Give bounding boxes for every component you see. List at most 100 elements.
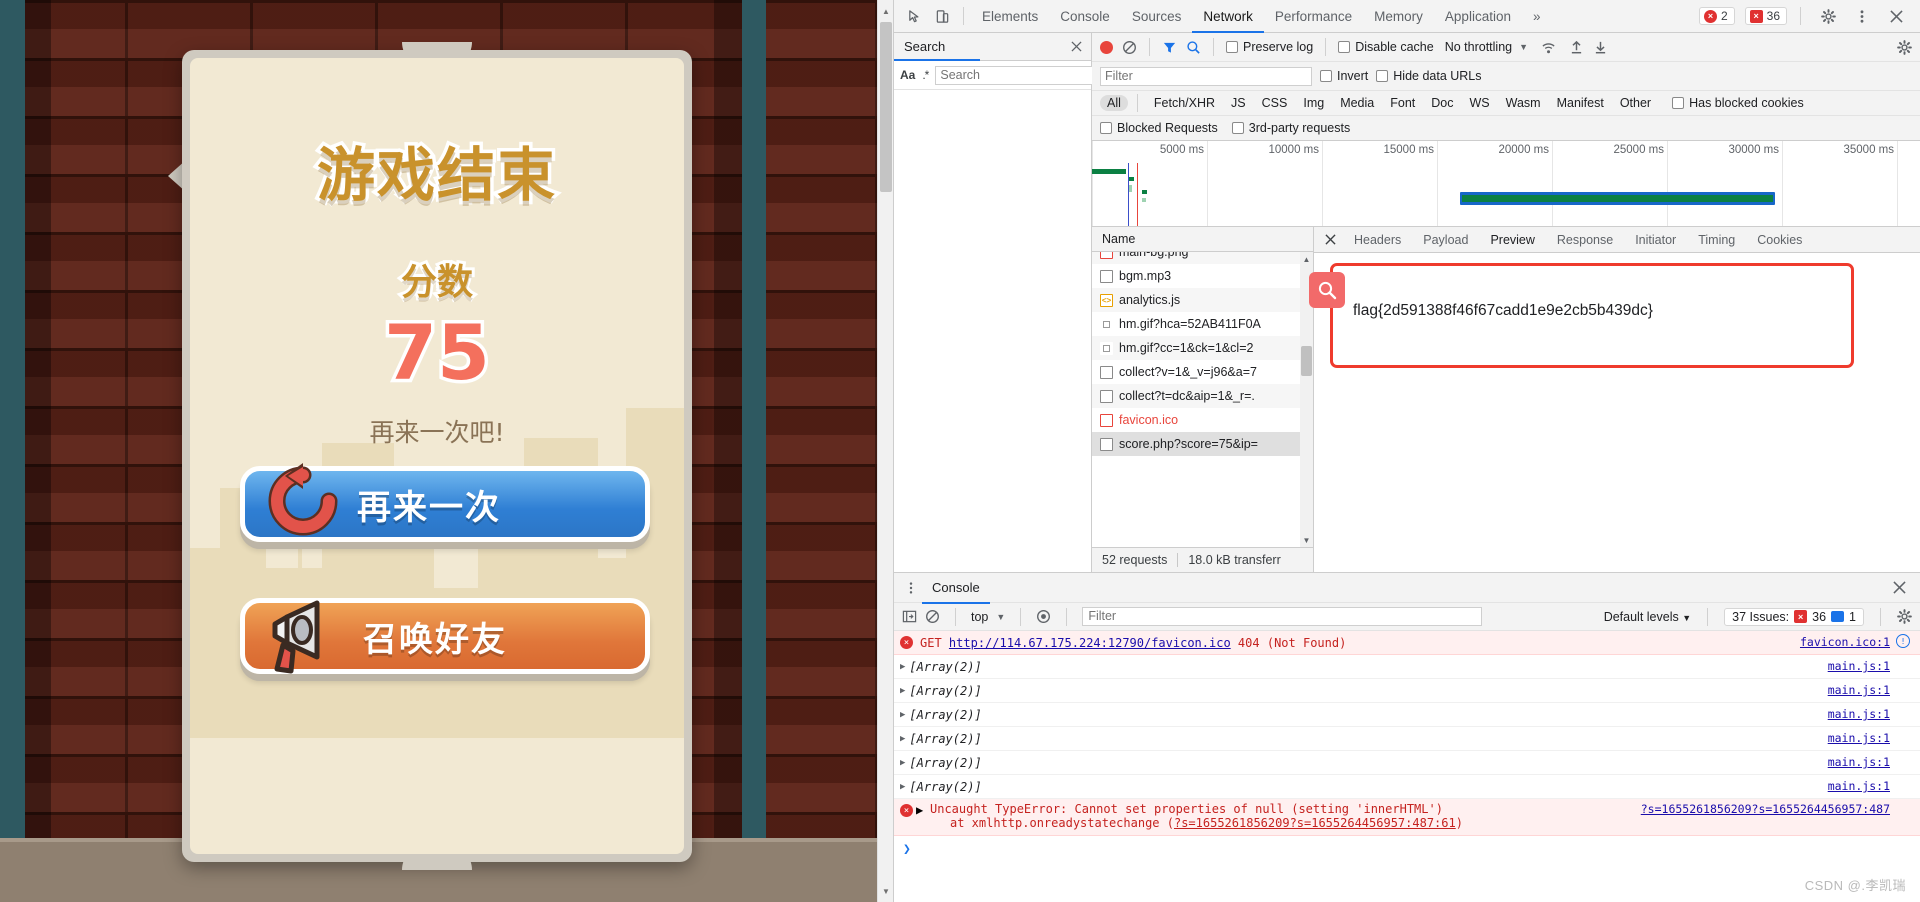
search-requests-icon[interactable]: [1186, 40, 1201, 55]
type-filter-js[interactable]: JS: [1224, 95, 1253, 111]
invert-checkbox[interactable]: Invert: [1320, 69, 1368, 83]
page-scrollbar[interactable]: ▲ ▼: [877, 0, 893, 902]
expand-arrow-icon[interactable]: ▶: [900, 686, 905, 696]
console-message-log[interactable]: ▶ [Array(2)] main.js:1: [894, 775, 1920, 799]
list-scroll-up-icon[interactable]: ▲: [1300, 252, 1313, 266]
console-context-select[interactable]: top: [971, 610, 988, 624]
type-filter-other[interactable]: Other: [1613, 95, 1658, 111]
search-close-icon[interactable]: [1071, 41, 1082, 52]
clear-network-icon[interactable]: [1122, 40, 1137, 55]
console-prompt[interactable]: ❯: [894, 836, 1920, 862]
request-name-column-header[interactable]: Name: [1092, 227, 1313, 252]
blocked-requests-checkbox[interactable]: Blocked Requests: [1100, 121, 1218, 135]
throttling-select[interactable]: No throttling: [1445, 40, 1512, 54]
tab-network[interactable]: Network: [1192, 0, 1264, 33]
context-chevron-down-icon[interactable]: ▼: [996, 612, 1005, 622]
tab-console[interactable]: Console: [1049, 0, 1121, 33]
gear-icon[interactable]: [1814, 2, 1842, 30]
error-count-badge[interactable]: × 2: [1698, 7, 1735, 25]
more-options-icon[interactable]: [1848, 2, 1876, 30]
invite-friends-button[interactable]: 召唤好友: [240, 598, 650, 674]
type-filter-font[interactable]: Font: [1383, 95, 1422, 111]
tab-elements[interactable]: Elements: [971, 0, 1049, 33]
table-row[interactable]: collect?t=dc&aip=1&_r=.: [1092, 384, 1313, 408]
table-row[interactable]: collect?v=1&_v=j96&a=7: [1092, 360, 1313, 384]
type-filter-all[interactable]: All: [1100, 95, 1128, 111]
tab-application[interactable]: Application: [1434, 0, 1522, 33]
console-source-link[interactable]: main.js:1: [1828, 659, 1890, 673]
table-row[interactable]: score.php?score=75&ip=: [1092, 432, 1313, 456]
expand-arrow-icon[interactable]: ▶: [916, 803, 923, 817]
console-message-log[interactable]: ▶ [Array(2)] main.js:1: [894, 751, 1920, 775]
console-source-link[interactable]: ?s=1655261856209?s=1655264456957:487: [1641, 802, 1890, 816]
tab-performance[interactable]: Performance: [1264, 0, 1363, 33]
console-message-log[interactable]: ▶ [Array(2)] main.js:1: [894, 703, 1920, 727]
import-har-icon[interactable]: [1570, 40, 1583, 55]
live-expression-eye-icon[interactable]: [1036, 609, 1051, 624]
request-list-scroll-thumb[interactable]: [1301, 346, 1312, 376]
table-row[interactable]: hm.gif?cc=1&ck=1&cl=2: [1092, 336, 1313, 360]
hide-data-urls-checkbox[interactable]: Hide data URLs: [1376, 69, 1482, 83]
expand-arrow-icon[interactable]: ▶: [900, 710, 905, 720]
console-levels-select[interactable]: Default levels ▼: [1604, 610, 1691, 624]
preserve-log-checkbox[interactable]: Preserve log: [1226, 40, 1313, 54]
console-sidebar-icon[interactable]: [902, 609, 917, 624]
expand-arrow-icon[interactable]: ▶: [900, 758, 905, 768]
issue-info-icon[interactable]: !: [1896, 634, 1910, 648]
close-drawer-icon[interactable]: [1893, 581, 1906, 594]
chevron-down-icon[interactable]: ▼: [1519, 42, 1528, 52]
expand-arrow-icon[interactable]: ▶: [900, 662, 905, 672]
scroll-down-icon[interactable]: ▼: [878, 882, 893, 900]
drawer-more-icon[interactable]: [900, 577, 922, 599]
close-detail-icon[interactable]: [1318, 227, 1342, 253]
console-source-link[interactable]: main.js:1: [1828, 707, 1890, 721]
match-case-icon[interactable]: Aa: [900, 68, 915, 82]
detail-tab-timing[interactable]: Timing: [1688, 227, 1745, 253]
expand-arrow-icon[interactable]: ▶: [900, 782, 905, 792]
type-filter-media[interactable]: Media: [1333, 95, 1381, 111]
console-message-error[interactable]: × GET http://114.67.175.224:12790/favico…: [894, 631, 1920, 655]
console-source-link[interactable]: main.js:1: [1828, 683, 1890, 697]
tab-sources[interactable]: Sources: [1121, 0, 1193, 33]
type-filter-css[interactable]: CSS: [1255, 95, 1295, 111]
table-row[interactable]: <> analytics.js: [1092, 288, 1313, 312]
table-row[interactable]: bgm.mp3: [1092, 264, 1313, 288]
detail-tab-initiator[interactable]: Initiator: [1625, 227, 1686, 253]
console-url[interactable]: http://114.67.175.224:12790/favicon.ico: [949, 636, 1231, 650]
issues-badge[interactable]: 37 Issues: × 36 1: [1724, 607, 1864, 626]
type-filter-doc[interactable]: Doc: [1424, 95, 1460, 111]
detail-tab-response[interactable]: Response: [1547, 227, 1623, 253]
console-message-log[interactable]: ▶ [Array(2)] main.js:1: [894, 727, 1920, 751]
type-filter-fetch-xhr[interactable]: Fetch/XHR: [1147, 95, 1222, 111]
detail-tab-cookies[interactable]: Cookies: [1747, 227, 1812, 253]
third-party-checkbox[interactable]: 3rd-party requests: [1231, 121, 1350, 135]
device-toolbar-icon[interactable]: [928, 2, 956, 30]
drawer-tab-console[interactable]: Console: [922, 573, 990, 604]
scroll-up-icon[interactable]: ▲: [878, 2, 893, 20]
console-source-link[interactable]: favicon.ico:1: [1800, 635, 1890, 649]
expand-arrow-icon[interactable]: ▶: [900, 734, 905, 744]
clear-console-icon[interactable]: [925, 609, 940, 624]
network-conditions-icon[interactable]: [1541, 40, 1557, 55]
play-again-button[interactable]: 再来一次: [240, 463, 650, 542]
detail-tab-preview[interactable]: Preview: [1480, 227, 1544, 253]
regex-icon[interactable]: .*: [922, 68, 929, 82]
list-scroll-down-icon[interactable]: ▼: [1300, 533, 1313, 547]
console-message-uncaught-error[interactable]: × ▶ Uncaught TypeError: Cannot set prope…: [894, 799, 1920, 836]
detail-tab-payload[interactable]: Payload: [1413, 227, 1478, 253]
type-filter-manifest[interactable]: Manifest: [1550, 95, 1611, 111]
record-icon[interactable]: [1100, 40, 1113, 54]
network-filter-input[interactable]: [1100, 66, 1312, 86]
console-settings-gear-icon[interactable]: [1897, 609, 1912, 624]
filter-funnel-icon[interactable]: [1162, 40, 1177, 55]
has-blocked-cookies-checkbox[interactable]: Has blocked cookies: [1672, 96, 1804, 110]
console-source-link[interactable]: main.js:1: [1828, 779, 1890, 793]
inspect-element-icon[interactable]: [900, 2, 928, 30]
console-filter-input[interactable]: [1082, 607, 1483, 626]
tab-memory[interactable]: Memory: [1363, 0, 1434, 33]
uncaught-error-link[interactable]: ?s=1655261856209?s=1655264456957:487:61: [1174, 816, 1456, 830]
table-row[interactable]: hm.gif?hca=52AB411F0A: [1092, 312, 1313, 336]
console-source-link[interactable]: main.js:1: [1828, 755, 1890, 769]
page-scrollbar-thumb[interactable]: [880, 22, 892, 192]
console-message-log[interactable]: ▶ [Array(2)] main.js:1: [894, 679, 1920, 703]
